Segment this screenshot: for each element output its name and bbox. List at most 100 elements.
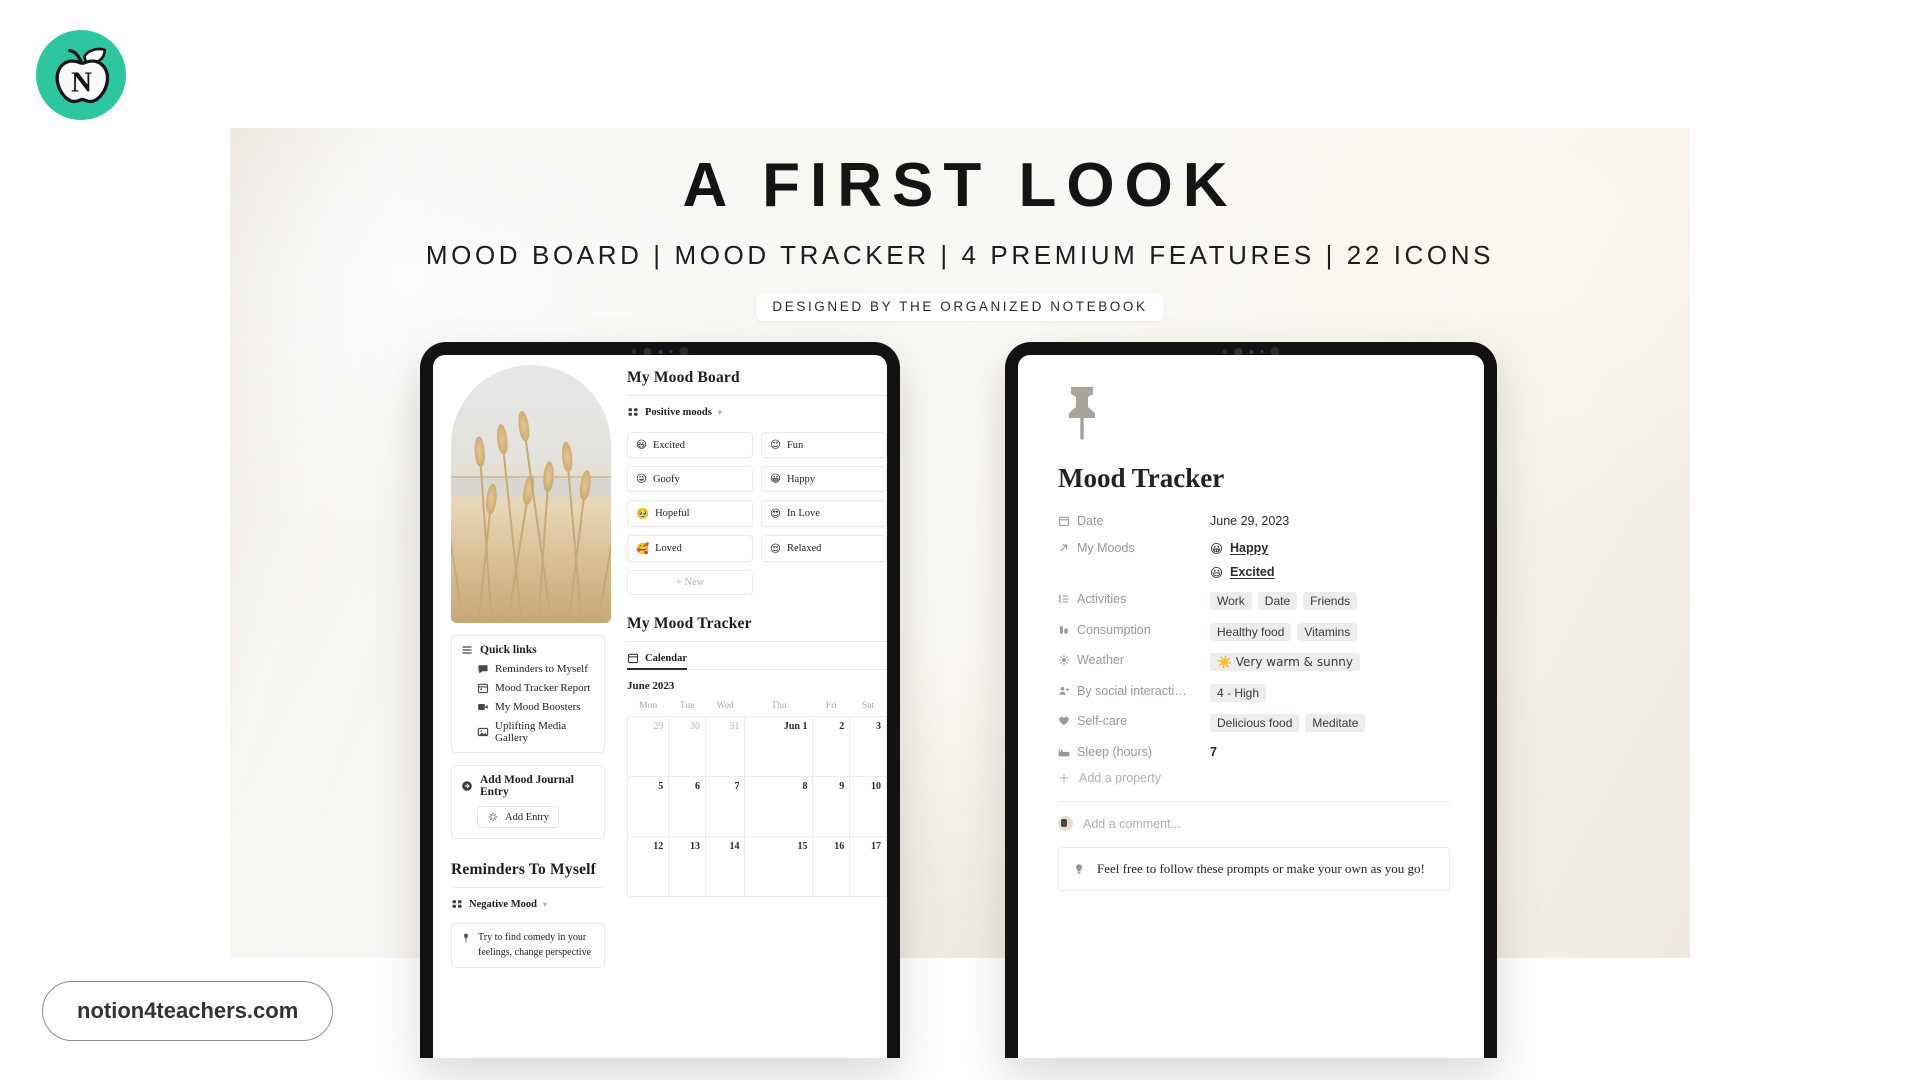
mood-label: In Love xyxy=(786,508,820,519)
calendar-day-cell[interactable]: 8 xyxy=(744,776,814,837)
property-value[interactable]: ☀️ Very warm & sunny xyxy=(1210,653,1361,671)
property-row-social-interaction: By social interacti… 4 - High xyxy=(1058,683,1450,702)
quick-link-label: Mood Tracker Report xyxy=(495,682,591,694)
quick-link-item[interactable]: Reminders to Myself xyxy=(477,663,595,675)
calendar-day-cell[interactable]: 9 xyxy=(812,776,851,837)
website-url-pill[interactable]: notion4teachers.com xyxy=(42,981,334,1041)
add-entry-button[interactable]: Add Entry xyxy=(477,806,560,828)
calendar-day-cell[interactable]: 10 xyxy=(849,776,887,837)
mood-card[interactable]: 😜 Goofy xyxy=(627,466,753,492)
mood-board-sidebar: Quick links Reminders to Myself Mood Tra… xyxy=(433,355,615,1058)
chevron-down-icon: ▾ xyxy=(542,899,547,909)
quick-link-item[interactable]: Mood Tracker Report xyxy=(477,682,595,694)
property-row-self-care: Self-care Delicious food Meditate xyxy=(1058,714,1450,732)
quick-links-heading: Quick links xyxy=(461,644,595,656)
property-label[interactable]: My Moods xyxy=(1058,541,1210,555)
property-label[interactable]: Sleep (hours) xyxy=(1058,745,1210,759)
mood-emoji: 😃 xyxy=(636,439,647,451)
mood-card-grid: 😃 Excited 😊 Fun 😜 Goofy 😀 Happy 🥹 Hopefu… xyxy=(627,432,887,595)
reminder-card[interactable]: Try to find comedy in your feelings, cha… xyxy=(451,923,605,968)
new-mood-label: New xyxy=(684,577,705,588)
mood-emoji: 😌 xyxy=(770,542,781,555)
mood-card[interactable]: 🥹 Hopeful xyxy=(627,500,753,527)
property-label[interactable]: Activities xyxy=(1058,592,1210,606)
calendar-day-cell[interactable]: 6 xyxy=(668,776,706,837)
property-label[interactable]: By social interacti… xyxy=(1058,684,1210,698)
calendar-day-cell[interactable]: 30 xyxy=(668,716,706,777)
new-mood-button[interactable]: + New xyxy=(627,570,753,595)
property-value[interactable]: 7 xyxy=(1210,745,1217,759)
designer-badge: DESIGNED BY THE ORGANIZED NOTEBOOK xyxy=(756,293,1164,321)
bottle-icon xyxy=(1059,625,1068,634)
property-value[interactable]: 😀 Happy 😃 Excited xyxy=(1210,541,1275,580)
property-row-sleep: Sleep (hours) 7 xyxy=(1058,745,1450,759)
callout-text: Feel free to follow these prompts or mak… xyxy=(1097,861,1425,876)
reminders-view-selector[interactable]: Negative Mood ▾ xyxy=(451,898,547,910)
mood-card[interactable]: 😃 Excited xyxy=(627,432,753,458)
calendar-grid: Mon Tue Wed Thu Fri Sat 29 30 31 Jun 1 2… xyxy=(626,698,887,897)
property-value[interactable]: Work Date Friends xyxy=(1210,592,1358,610)
image-icon xyxy=(477,727,489,737)
property-row-weather: Weather ☀️ Very warm & sunny xyxy=(1058,653,1450,671)
calendar-day-cell[interactable]: 17 xyxy=(849,836,887,897)
weekday-header: Mon xyxy=(639,701,658,711)
property-row-date: Date June 29, 2023 xyxy=(1058,514,1450,528)
mood-card[interactable]: 😊 Fun xyxy=(761,432,887,458)
pushpin-icon[interactable] xyxy=(1058,385,1106,441)
mood-link[interactable]: 😃 Excited xyxy=(1210,565,1275,580)
property-value[interactable]: Delicious food Meditate xyxy=(1210,714,1366,732)
mood-link[interactable]: 😀 Happy xyxy=(1210,541,1268,556)
calendar-day-cell[interactable]: 16 xyxy=(812,836,851,897)
property-value[interactable]: Healthy food Vitamins xyxy=(1210,622,1358,641)
weekday-header: Tue xyxy=(679,701,695,711)
plus-icon xyxy=(1059,773,1069,783)
mood-label: Hopeful xyxy=(655,508,690,519)
calendar-day-cell[interactable]: 29 xyxy=(626,716,670,777)
calendar-day-cell[interactable]: 7 xyxy=(704,776,746,837)
property-value[interactable]: June 29, 2023 xyxy=(1210,514,1289,528)
mood-card[interactable]: 🥰 Loved xyxy=(627,535,753,562)
add-entry-label: Add Entry xyxy=(505,811,550,823)
heart-icon xyxy=(1059,716,1069,726)
mood-emoji: 😊 xyxy=(770,439,781,451)
property-label[interactable]: Weather xyxy=(1058,653,1210,667)
tag: Healthy food xyxy=(1210,622,1292,641)
calendar-day-cell[interactable]: 3 xyxy=(849,716,887,777)
sparkle-icon xyxy=(488,812,498,822)
property-value[interactable]: 4 - High xyxy=(1210,683,1267,702)
mood-board-view-selector[interactable]: Positive moods ▾ xyxy=(627,406,722,418)
mood-board-heading: My Mood Board xyxy=(627,369,740,386)
property-label[interactable]: Consumption xyxy=(1058,623,1210,637)
tablet-device-left: Quick links Reminders to Myself Mood Tra… xyxy=(420,342,900,1058)
mood-card[interactable]: 😀 Happy xyxy=(761,466,887,492)
tab-calendar[interactable]: Calendar xyxy=(627,652,687,670)
menu-icon xyxy=(462,646,472,654)
pin-icon xyxy=(464,933,468,943)
calendar-day-cell[interactable]: 2 xyxy=(812,716,851,777)
add-property-button[interactable]: Add a property xyxy=(1058,771,1450,785)
tag: Date xyxy=(1257,592,1298,610)
mood-label: Excited xyxy=(1230,565,1275,579)
calendar-day-cell[interactable]: 31 xyxy=(704,716,746,777)
mood-label: Goofy xyxy=(652,473,680,485)
calendar-day-cell[interactable]: Jun 1 xyxy=(744,716,814,777)
quick-link-item[interactable]: My Mood Boosters xyxy=(477,701,595,713)
calendar-month-label: June 2023 xyxy=(627,680,675,692)
calendar-day-cell[interactable]: 15 xyxy=(744,836,814,897)
person-plus-icon xyxy=(1059,686,1070,695)
calendar-day-cell[interactable]: 5 xyxy=(626,776,670,837)
property-label[interactable]: Date xyxy=(1058,514,1210,528)
multiselect-icon xyxy=(1058,595,1069,604)
mood-card[interactable]: 😍 In Love xyxy=(761,500,887,527)
weekday-header: Thu xyxy=(771,701,787,711)
add-comment-row[interactable]: Add a comment... xyxy=(1058,802,1450,847)
quick-link-item[interactable]: Uplifting Media Gallery xyxy=(477,720,595,744)
calendar-day-cell[interactable]: 13 xyxy=(668,836,706,897)
calendar-day-cell[interactable]: 12 xyxy=(626,836,670,897)
calendar-day-cell[interactable]: 14 xyxy=(704,836,746,897)
mood-emoji: 😃 xyxy=(1210,564,1224,580)
lightbulb-icon xyxy=(1076,864,1082,874)
mood-label: Happy xyxy=(1230,541,1269,555)
property-label[interactable]: Self-care xyxy=(1058,714,1210,728)
mood-card[interactable]: 😌 Relaxed xyxy=(761,535,887,562)
